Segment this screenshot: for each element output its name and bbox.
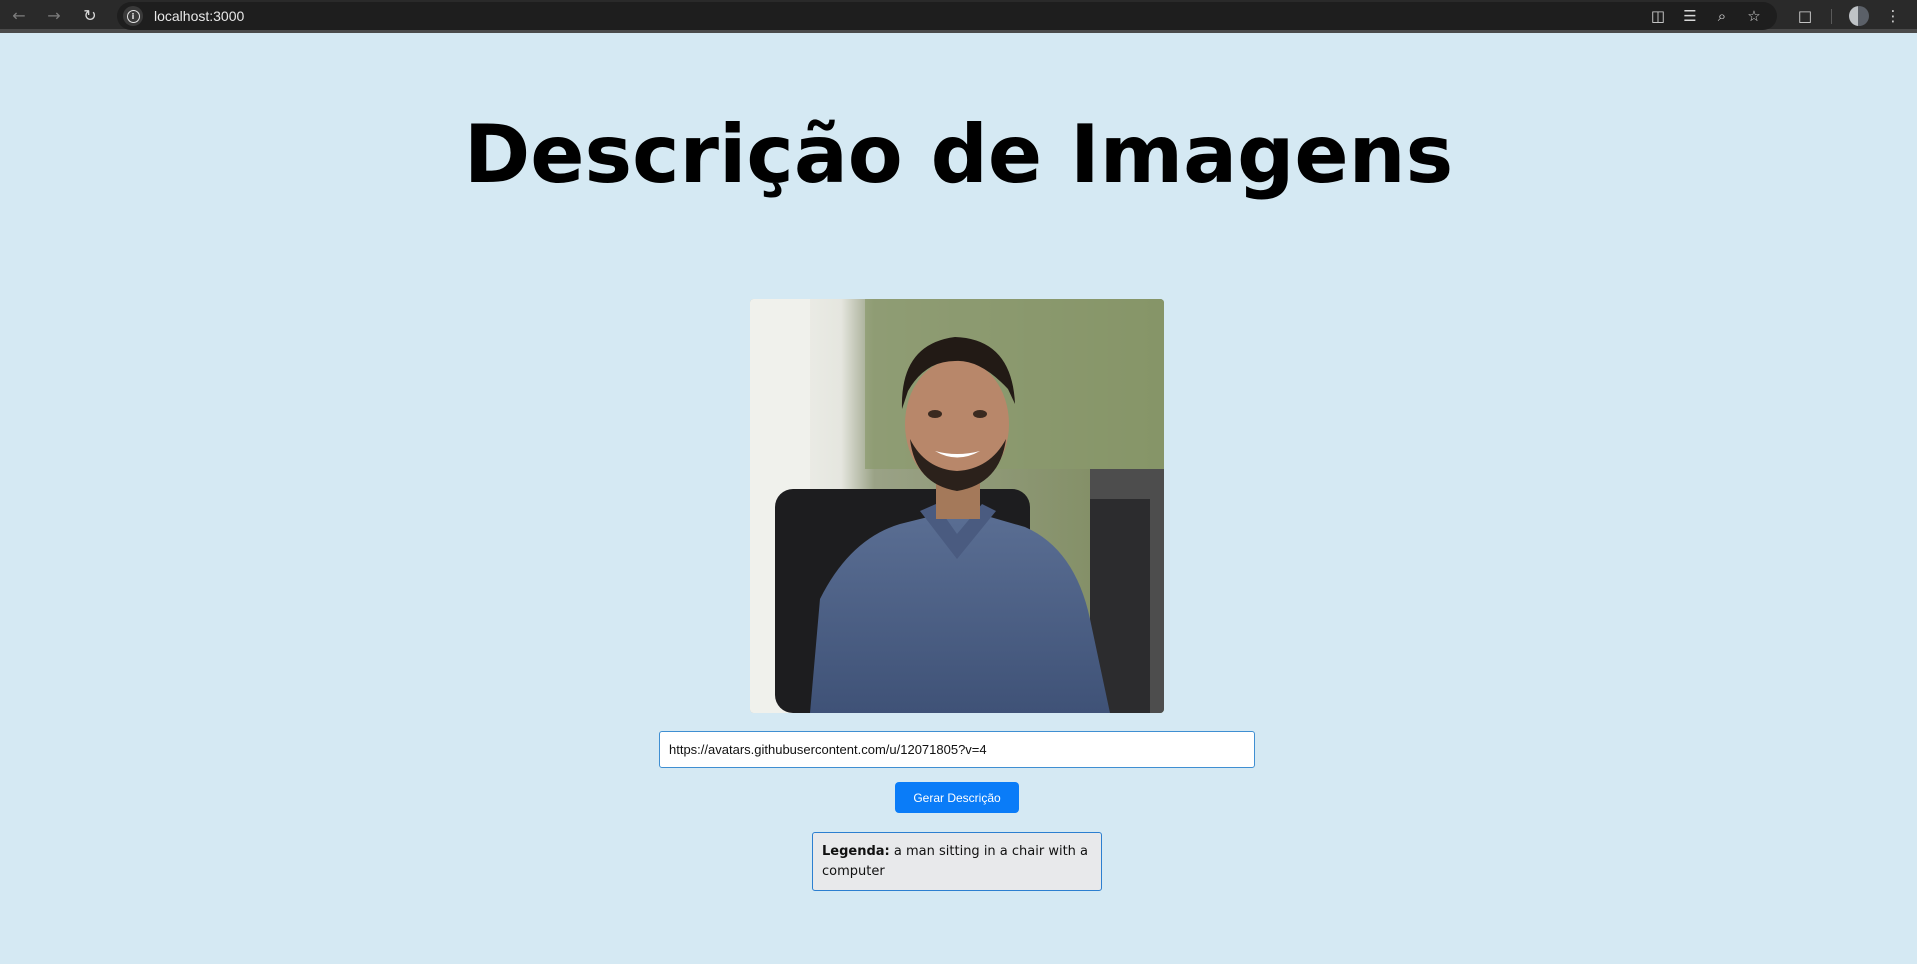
preview-image xyxy=(750,299,1164,713)
install-app-icon[interactable]: ◫ xyxy=(1648,6,1668,26)
caption-result: Legenda: a man sitting in a chair with a… xyxy=(812,832,1102,891)
zoom-icon[interactable]: ⌕ xyxy=(1712,6,1732,26)
address-bar[interactable]: i localhost:3000 xyxy=(117,2,1777,30)
translate-icon[interactable]: ☰ xyxy=(1680,6,1700,26)
page-title: Descrição de Imagens xyxy=(463,108,1454,201)
toolbar-divider xyxy=(1831,9,1832,24)
generate-description-button[interactable]: Gerar Descrição xyxy=(895,782,1019,813)
image-url-input[interactable] xyxy=(659,731,1255,768)
bookmark-star-icon[interactable]: ☆ xyxy=(1744,6,1764,26)
person-photo xyxy=(750,299,1164,713)
forward-arrow-icon[interactable]: → xyxy=(43,5,65,27)
caption-label: Legenda: xyxy=(822,844,890,859)
extensions-icon[interactable]: □ xyxy=(1795,6,1815,26)
browser-toolbar: ← → ↻ i localhost:3000 ◫ ☰ ⌕ ☆ □ ⋮ xyxy=(0,0,1917,33)
address-url[interactable]: localhost:3000 xyxy=(154,8,244,24)
more-menu-icon[interactable]: ⋮ xyxy=(1883,6,1903,26)
profile-avatar[interactable] xyxy=(1849,6,1869,26)
site-info-icon[interactable]: i xyxy=(123,6,143,26)
back-arrow-icon[interactable]: ← xyxy=(8,5,30,27)
reload-icon[interactable]: ↻ xyxy=(79,5,101,27)
